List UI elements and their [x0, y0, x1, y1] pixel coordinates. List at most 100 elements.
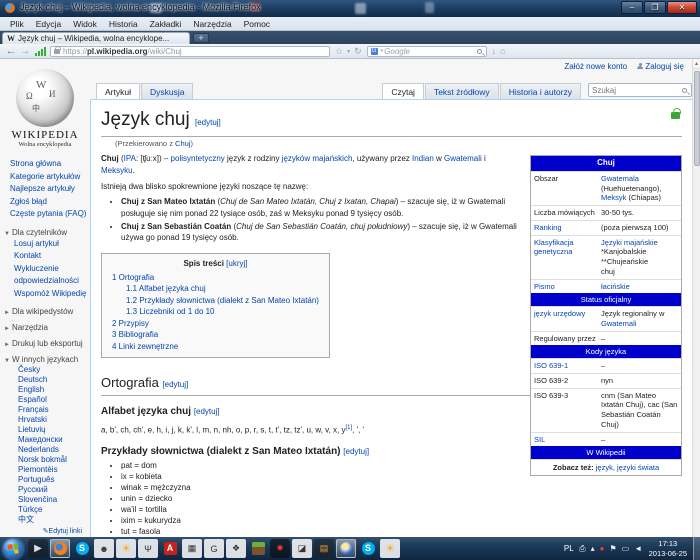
reload-icon[interactable]: ↻ — [354, 46, 362, 57]
signal-bars-icon[interactable] — [35, 47, 47, 56]
edit-links[interactable]: ✎Edytuj linki — [0, 527, 90, 535]
sidebar-section-print[interactable]: ►Drukuj lub eksportuj — [4, 339, 90, 348]
toc-entry[interactable]: 1 Ortografia — [112, 272, 319, 284]
wiki-search-box[interactable] — [588, 83, 692, 97]
language-link[interactable]: Česky — [10, 365, 90, 375]
toc-entry[interactable]: 1.1 Alfabet języka chuj — [126, 283, 319, 295]
page-tab[interactable]: Historia i autorzy — [500, 83, 581, 99]
language-link[interactable]: Русский — [10, 485, 90, 495]
downloads-icon[interactable]: ↓ — [492, 46, 497, 56]
sidebar-section-readers[interactable]: ▼Dla czytelników — [4, 228, 90, 237]
taskbar-icon[interactable]: ❖ — [226, 539, 246, 558]
sidebar-section-tools[interactable]: ►Narzędzia — [4, 323, 90, 332]
sidebar-link[interactable]: Strona główna — [10, 158, 90, 171]
back-icon[interactable]: ← — [4, 45, 18, 58]
language-indicator[interactable]: PL — [564, 544, 574, 553]
page-tab[interactable]: Czytaj — [382, 83, 424, 99]
menu-item[interactable]: Widok — [67, 19, 103, 29]
taskbar-icon[interactable]: ▤ — [314, 539, 334, 558]
taskbar-icon[interactable]: S — [72, 539, 92, 558]
sidebar-link[interactable]: Losuj artykuł — [14, 238, 90, 251]
menu-item[interactable]: Narzędzia — [187, 19, 237, 29]
infobox-label-link[interactable]: język urzędowy — [531, 307, 600, 331]
bookmark-dropdown-icon[interactable]: ▾ — [347, 48, 350, 55]
search-magnifier-icon[interactable] — [477, 49, 482, 54]
taskbar-icon[interactable]: ✸ — [270, 539, 290, 558]
sidebar-section-wikipedians[interactable]: ►Dla wikipedystów — [4, 307, 90, 316]
menu-item[interactable]: Historia — [103, 19, 144, 29]
taskbar-clock[interactable]: 17:13 2013-06-25 — [649, 539, 687, 559]
printer-tray-icon[interactable]: ⎙ — [579, 544, 585, 554]
infobox-label-link[interactable]: Klasyfikacja genetyczna — [531, 236, 600, 279]
sidebar-link[interactable]: Kategorie artykułów — [10, 171, 90, 184]
taskbar-icon[interactable] — [50, 539, 70, 558]
menu-item[interactable]: Edycja — [30, 19, 68, 29]
redirect-link[interactable]: Chuj — [175, 139, 190, 148]
sidebar-link[interactable]: Kontakt — [14, 250, 90, 263]
page-tab[interactable]: Tekst źródłowy — [425, 83, 499, 99]
language-link[interactable]: Hrvatski — [10, 415, 90, 425]
language-link[interactable]: Piemontèis — [10, 465, 90, 475]
wiki-search-magnifier-icon[interactable] — [682, 88, 687, 93]
page-tab[interactable]: Artykuł — [96, 83, 140, 99]
infobox-label-link[interactable]: Pismo — [531, 280, 600, 294]
login-link[interactable]: Zaloguj się — [637, 62, 684, 71]
sidebar-section-languages[interactable]: ▼W innych językach — [4, 355, 90, 364]
sidebar-link[interactable]: Wspomóż Wikipedię — [14, 288, 90, 301]
taskbar-icon[interactable]: A — [160, 539, 180, 558]
language-link[interactable]: Português — [10, 475, 90, 485]
language-link[interactable]: Македонски — [10, 435, 90, 445]
taskbar-icon[interactable]: ▦ — [182, 539, 202, 558]
taskbar-icon[interactable]: ☀ — [380, 539, 400, 558]
scrollbar-thumb[interactable] — [694, 71, 700, 166]
edit-section-link[interactable]: [edytuj] — [194, 407, 220, 416]
infobox-label-link[interactable]: Ranking — [531, 221, 600, 235]
taskbar-icon[interactable]: S — [358, 539, 378, 558]
sidebar-link[interactable]: Najlepsze artykuły — [10, 183, 90, 196]
browser-search-box[interactable]: G ▾ Google — [367, 46, 487, 57]
minimize-button[interactable]: – — [621, 1, 643, 14]
taskbar-icon[interactable]: ◪ — [292, 539, 312, 558]
start-button[interactable] — [3, 539, 23, 559]
show-desktop-button[interactable] — [693, 537, 700, 560]
menu-item[interactable]: Plik — [4, 19, 30, 29]
alert-tray-icon[interactable]: ● — [600, 544, 605, 553]
taskbar-icon[interactable]: ☀ — [116, 539, 136, 558]
language-link[interactable]: Français — [10, 405, 90, 415]
browser-tab[interactable]: W Język chuj – Wikipedia, wolna encyklop… — [2, 32, 190, 44]
infobox-value-link[interactable]: łacińskie — [600, 280, 681, 294]
language-link[interactable]: Slovenčina — [10, 495, 90, 505]
create-account-link[interactable]: Załóż nowe konto — [564, 62, 627, 71]
infobox-label-link[interactable]: SIL — [531, 433, 600, 447]
menu-item[interactable]: Pomoc — [238, 19, 276, 29]
engine-dropdown-icon[interactable]: ▾ — [381, 48, 384, 54]
home-icon[interactable]: ⌂ — [500, 46, 505, 56]
language-link[interactable]: Español — [10, 395, 90, 405]
toc-entry[interactable]: 2 Przypisy — [112, 318, 319, 330]
flag-tray-icon[interactable]: ⚑ — [609, 544, 616, 553]
close-button[interactable]: ✕ — [667, 1, 697, 14]
show-hidden-icons[interactable]: ▴ — [591, 544, 595, 553]
url-bar[interactable]: https://pl.wikipedia.org/wiki/Chuj — [50, 46, 330, 57]
language-link[interactable]: Lietuvių — [10, 425, 90, 435]
network-tray-icon[interactable]: ▭ — [622, 544, 630, 553]
page-tab[interactable]: Dyskusja — [141, 83, 193, 99]
toc-entry[interactable]: 1.2 Przykłady słownictwa (dialekt z San … — [126, 295, 319, 307]
taskbar-icon[interactable]: Ψ — [138, 539, 158, 558]
taskbar-icon[interactable] — [336, 539, 356, 558]
menu-item[interactable]: Zakładki — [144, 19, 188, 29]
edit-section-link[interactable]: [edytuj] — [195, 118, 221, 127]
scroll-up-arrow-icon[interactable]: ▲ — [693, 59, 700, 69]
language-link[interactable]: Türkçe — [10, 505, 90, 515]
wiki-search-input[interactable] — [592, 86, 682, 95]
language-link[interactable]: Deutsch — [10, 375, 90, 385]
language-link[interactable]: Nederlands — [10, 445, 90, 455]
url-text[interactable]: https://pl.wikipedia.org/wiki/Chuj — [63, 47, 182, 56]
sidebar-link[interactable]: Zgłoś błąd — [10, 196, 90, 209]
sidebar-link[interactable]: Wykluczenie odpowiedzialności — [14, 263, 90, 288]
language-link[interactable]: Norsk bokmål — [10, 455, 90, 465]
toc-hide-link[interactable]: [ukryj] — [226, 259, 247, 268]
google-engine-icon[interactable]: G — [371, 48, 378, 55]
edit-section-link[interactable]: [edytuj] — [162, 380, 188, 389]
toc-entry[interactable]: 1.3 Liczebniki od 1 do 10 — [126, 306, 319, 318]
